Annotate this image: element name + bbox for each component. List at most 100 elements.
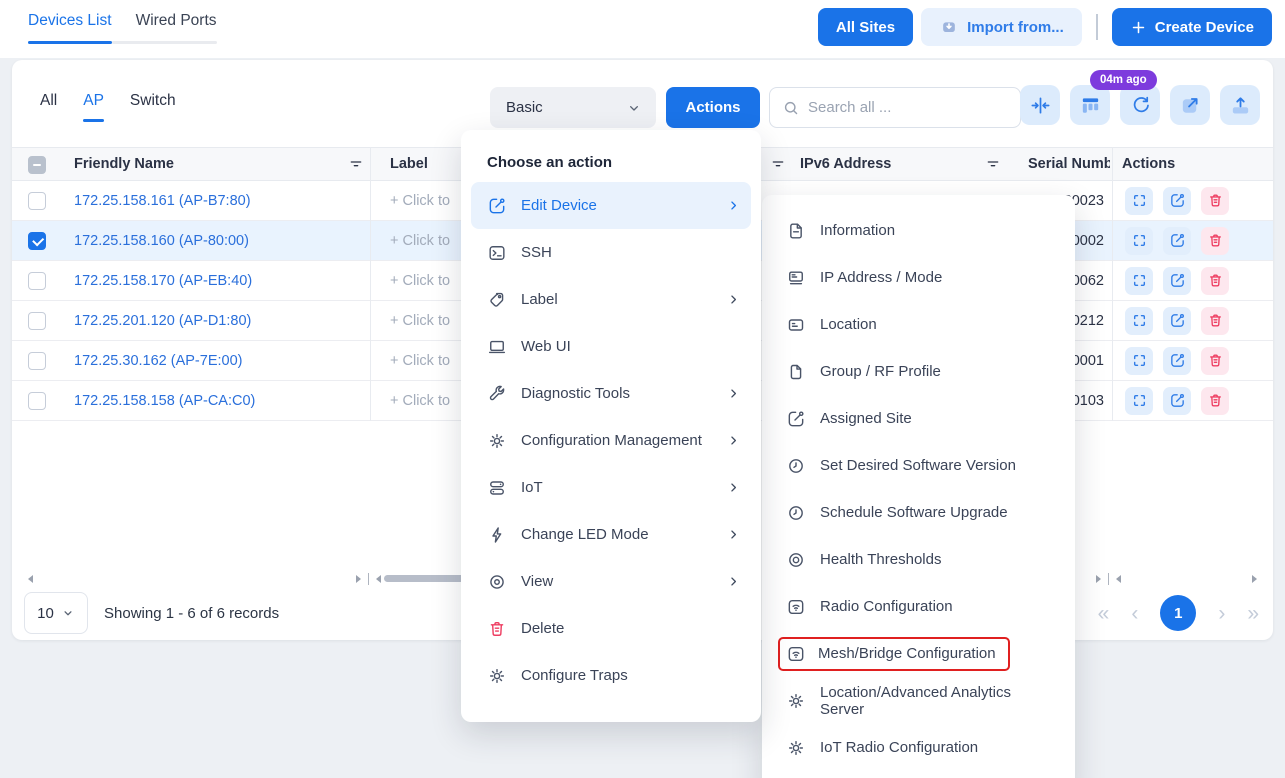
- row-checkbox[interactable]: [28, 232, 46, 250]
- fullscreen-button[interactable]: [1125, 307, 1153, 335]
- chevron-down-icon: [626, 100, 642, 116]
- monitor-icon: [487, 337, 507, 357]
- row-checkbox[interactable]: [28, 272, 46, 290]
- edit-button[interactable]: [1163, 387, 1191, 415]
- label-add-button[interactable]: + Click to: [390, 301, 450, 340]
- ipv6-filter-icon[interactable]: [985, 148, 1001, 180]
- label-add-button[interactable]: + Click to: [390, 341, 450, 380]
- export-button[interactable]: [1220, 85, 1260, 125]
- scroll-left-icon[interactable]: [28, 575, 33, 583]
- submenu-item-radio-configuration[interactable]: Radio Configuration: [762, 583, 1075, 630]
- fullscreen-button[interactable]: [1125, 387, 1153, 415]
- menu-item-label[interactable]: Label: [461, 276, 761, 323]
- delete-button[interactable]: [1201, 387, 1229, 415]
- row-checkbox[interactable]: [28, 312, 46, 330]
- delete-button[interactable]: [1201, 187, 1229, 215]
- friendly-name-filter-icon[interactable]: [348, 148, 364, 180]
- device-name-link[interactable]: 172.25.201.120 (AP-D1:80): [74, 301, 251, 340]
- prev-page-button[interactable]: ‹: [1131, 603, 1138, 624]
- menu-item-configuration-management[interactable]: Configuration Management: [461, 417, 761, 464]
- device-name-link[interactable]: 172.25.158.170 (AP-EB:40): [74, 261, 252, 300]
- edit-button[interactable]: [1163, 307, 1191, 335]
- device-name-link[interactable]: 172.25.158.161 (AP-B7:80): [74, 181, 251, 220]
- submenu-item-assigned-site[interactable]: Assigned Site: [762, 395, 1075, 442]
- row-actions: [1125, 301, 1229, 340]
- tab-wired-ports[interactable]: Wired Ports: [112, 12, 217, 44]
- delete-button[interactable]: [1201, 227, 1229, 255]
- edit-button[interactable]: [1163, 227, 1191, 255]
- all-sites-button[interactable]: All Sites: [818, 8, 913, 46]
- device-name-link[interactable]: 172.25.30.162 (AP-7E:00): [74, 341, 242, 380]
- label-add-button[interactable]: + Click to: [390, 181, 450, 220]
- menu-item-change-led-mode[interactable]: Change LED Mode: [461, 511, 761, 558]
- import-button[interactable]: Import from...: [921, 8, 1082, 46]
- filter-tab-all[interactable]: All: [40, 92, 57, 122]
- label-add-button[interactable]: + Click to: [390, 261, 450, 300]
- fullscreen-button[interactable]: [1125, 227, 1153, 255]
- scroll-left-icon[interactable]: [376, 575, 381, 583]
- scroll-right-icon[interactable]: [1252, 575, 1257, 583]
- devices-screen: Devices List Wired Ports All Sites Impor…: [0, 0, 1285, 778]
- current-page-button[interactable]: 1: [1160, 595, 1196, 631]
- row-checkbox[interactable]: [28, 352, 46, 370]
- edit-button[interactable]: [1163, 267, 1191, 295]
- submenu-item-ip-address-mode[interactable]: IP Address / Mode: [762, 254, 1075, 301]
- edit-button[interactable]: [1163, 187, 1191, 215]
- menu-item-web-ui[interactable]: Web UI: [461, 323, 761, 370]
- menu-item-edit-device[interactable]: Edit Device: [471, 182, 751, 229]
- submenu-item-group-rf-profile[interactable]: Group / RF Profile: [762, 348, 1075, 395]
- open-external-button[interactable]: [1170, 85, 1210, 125]
- fullscreen-button[interactable]: [1125, 187, 1153, 215]
- menu-item-ssh[interactable]: SSH: [461, 229, 761, 276]
- menu-item-delete[interactable]: Delete: [461, 605, 761, 652]
- filter-tab-ap[interactable]: AP: [83, 92, 104, 122]
- collapse-columns-button[interactable]: [1020, 85, 1060, 125]
- search-input[interactable]: [808, 99, 1008, 116]
- column-friendly-name[interactable]: Friendly Name: [74, 148, 174, 180]
- scroll-left-icon[interactable]: [1116, 575, 1121, 583]
- scroll-right-icon[interactable]: [1096, 575, 1101, 583]
- row-checkbox[interactable]: [28, 192, 46, 210]
- first-page-button[interactable]: «: [1098, 603, 1110, 624]
- view-mode-select[interactable]: Basic: [490, 87, 656, 128]
- menu-item-configure-traps[interactable]: Configure Traps: [461, 652, 761, 699]
- submenu-item-schedule-software-upgrade[interactable]: Schedule Software Upgrade: [762, 489, 1075, 536]
- scroll-right-icon[interactable]: [356, 575, 361, 583]
- select-all-checkbox[interactable]: [28, 156, 46, 174]
- submenu-item-location-advanced-analytics-server[interactable]: Location/Advanced Analytics Server: [762, 677, 1075, 724]
- tab-devices-list[interactable]: Devices List: [28, 12, 112, 44]
- column-label[interactable]: Label: [390, 148, 428, 180]
- filter-tab-switch[interactable]: Switch: [130, 92, 176, 122]
- menu-item-diagnostic-tools[interactable]: Diagnostic Tools: [461, 370, 761, 417]
- delete-button[interactable]: [1201, 267, 1229, 295]
- fullscreen-button[interactable]: [1125, 267, 1153, 295]
- row-checkbox[interactable]: [28, 392, 46, 410]
- fullscreen-button[interactable]: [1125, 347, 1153, 375]
- refresh-button[interactable]: [1120, 85, 1160, 125]
- last-page-button[interactable]: »: [1247, 603, 1259, 624]
- submenu-item-set-desired-software-version[interactable]: Set Desired Software Version: [762, 442, 1075, 489]
- submenu-item-iot-radio-configuration[interactable]: IoT Radio Configuration: [762, 724, 1075, 771]
- device-name-link[interactable]: 172.25.158.160 (AP-80:00): [74, 221, 249, 260]
- delete-button[interactable]: [1201, 307, 1229, 335]
- column-serial[interactable]: Serial Number: [1028, 148, 1110, 180]
- scrollbar-thumb[interactable]: [384, 575, 464, 582]
- create-device-button[interactable]: Create Device: [1112, 8, 1272, 46]
- submenu-item-location[interactable]: Location: [762, 301, 1075, 348]
- delete-button[interactable]: [1201, 347, 1229, 375]
- submenu-item-mesh-bridge-configuration[interactable]: Mesh/Bridge Configuration: [762, 630, 1075, 677]
- page-size-select[interactable]: 10: [24, 592, 88, 634]
- columns-button[interactable]: [1070, 85, 1110, 125]
- next-page-button[interactable]: ›: [1218, 603, 1225, 624]
- submenu-item-information[interactable]: Information: [762, 207, 1075, 254]
- menu-item-iot[interactable]: IoT: [461, 464, 761, 511]
- label-filter-icon[interactable]: [770, 148, 786, 180]
- submenu-item-health-thresholds[interactable]: Health Thresholds: [762, 536, 1075, 583]
- actions-button[interactable]: Actions: [666, 87, 760, 128]
- label-add-button[interactable]: + Click to: [390, 221, 450, 260]
- device-name-link[interactable]: 172.25.158.158 (AP-CA:C0): [74, 381, 255, 420]
- menu-item-view[interactable]: View: [461, 558, 761, 605]
- label-add-button[interactable]: + Click to: [390, 381, 450, 420]
- column-ipv6[interactable]: IPv6 Address: [800, 148, 891, 180]
- edit-button[interactable]: [1163, 347, 1191, 375]
